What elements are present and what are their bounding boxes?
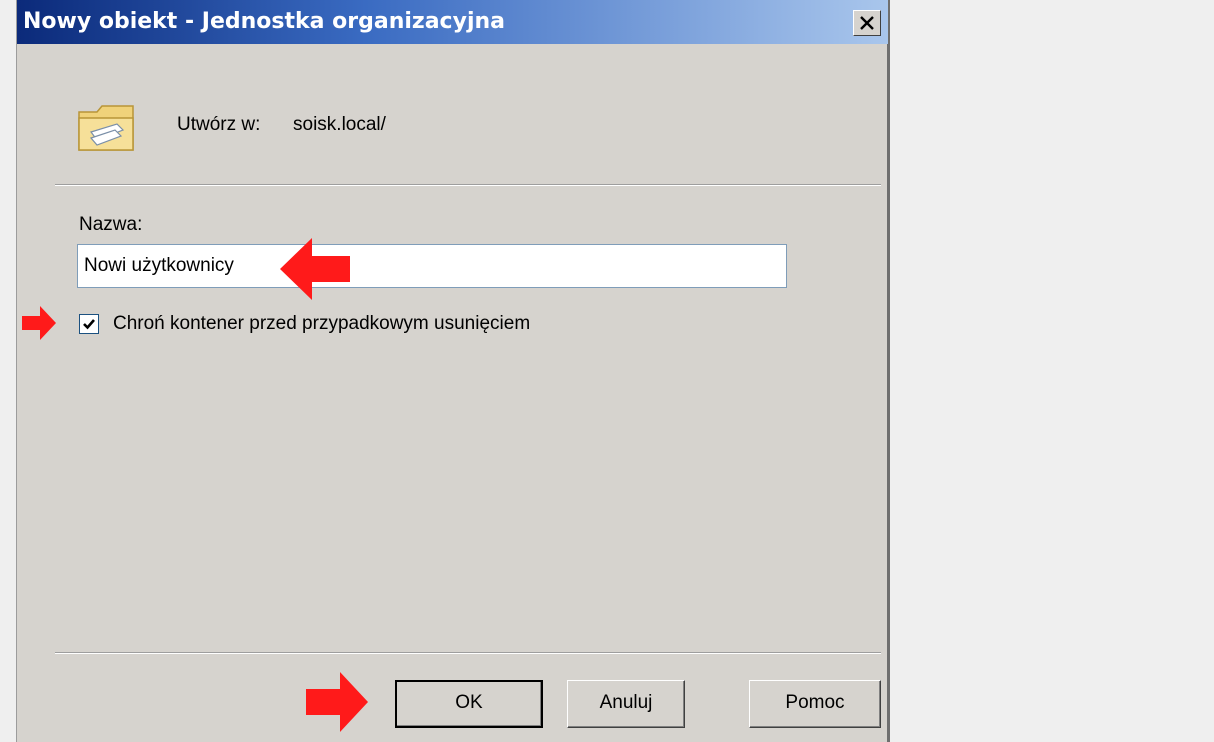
close-icon — [860, 16, 874, 30]
create-in-path: soisk.local/ — [293, 114, 386, 135]
annotation-arrow-name-icon — [280, 238, 350, 300]
name-input[interactable] — [77, 244, 787, 288]
new-object-dialog: Nowy obiekt - Jednostka organizacyjna Ut… — [16, 0, 890, 742]
name-field-label: Nazwa: — [79, 214, 143, 235]
window-title: Nowy obiekt - Jednostka organizacyjna — [23, 9, 505, 34]
protect-checkbox-label[interactable]: Chroń kontener przed przypadkowym usunię… — [113, 313, 530, 335]
separator-top — [55, 184, 881, 186]
annotation-arrow-ok-icon — [306, 672, 368, 732]
close-button[interactable] — [853, 10, 881, 36]
organizational-unit-folder-icon — [77, 100, 135, 159]
separator-bottom — [55, 652, 881, 654]
protect-checkbox[interactable] — [79, 314, 99, 334]
cancel-button[interactable]: Anuluj — [567, 680, 685, 728]
annotation-arrow-checkbox-icon — [22, 306, 56, 340]
create-in-label: Utwórz w: — [177, 114, 261, 135]
help-button[interactable]: Pomoc — [749, 680, 881, 728]
checkmark-icon — [83, 319, 95, 330]
ok-button[interactable]: OK — [395, 680, 543, 728]
title-bar[interactable]: Nowy obiekt - Jednostka organizacyjna — [17, 0, 888, 44]
